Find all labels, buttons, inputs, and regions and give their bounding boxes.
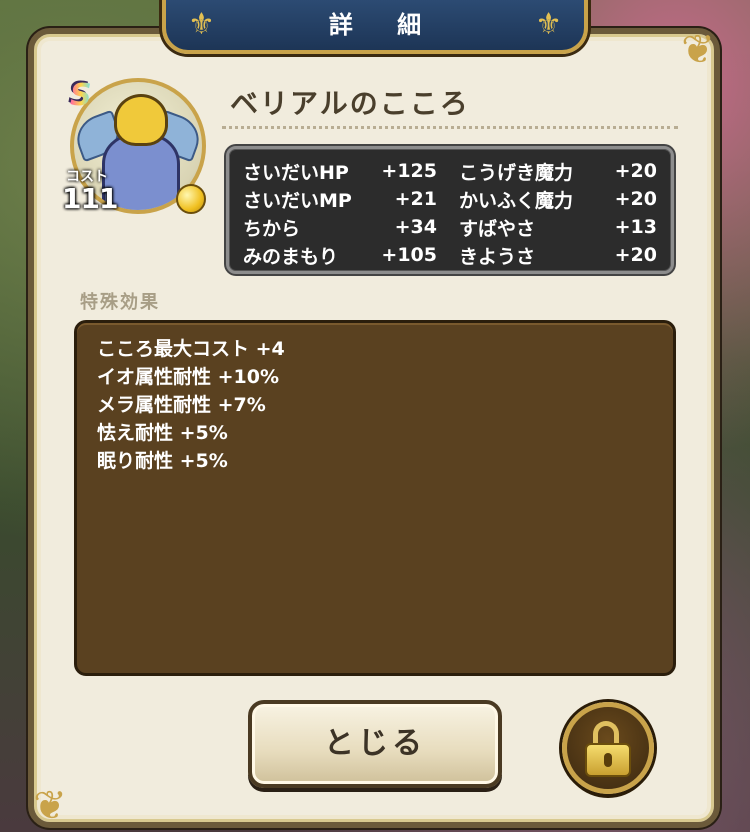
corner-ornament-icon: ❦ (681, 27, 715, 73)
stat-row: みのまもり +105 きようさ +20 (243, 241, 657, 269)
fleur-de-lis-icon: ⚜ (535, 7, 562, 42)
stat-value: +20 (614, 188, 657, 210)
gem-icon (176, 184, 206, 214)
item-name: ベリアルのこころ (230, 87, 470, 120)
stat-name: すばやさ (459, 217, 536, 240)
stat-name: みのまもり (243, 245, 339, 268)
monster-head (114, 94, 168, 146)
stat-value: +34 (394, 216, 438, 238)
stat-name: ちから (243, 217, 301, 240)
stat-name: きようさ (459, 245, 536, 268)
close-button[interactable]: とじる (248, 700, 502, 788)
stat-value: +20 (614, 160, 657, 182)
special-effects-label: 特殊効果 (80, 292, 160, 313)
stat-value: +21 (394, 188, 438, 210)
dialog-title-tab: ⚜ 詳 細 ⚜ (162, 0, 588, 54)
stat-name: さいだいMP (243, 189, 352, 212)
effect-item: 眠り耐性 +5% (97, 450, 228, 472)
stat-value: +20 (614, 244, 657, 266)
cost-value: 111 (62, 182, 118, 215)
stat-row: さいだいHP +125 こうげき魔力 +20 (243, 157, 657, 185)
special-effects-panel[interactable]: こころ最大コスト +4 イオ属性耐性 +10% メラ属性耐性 +7% 怯え耐性 … (74, 320, 676, 676)
effect-item: イオ属性耐性 +10% (97, 366, 280, 388)
fleur-de-lis-icon: ⚜ (188, 7, 215, 42)
divider (222, 126, 678, 129)
lock-body (585, 743, 631, 777)
stat-name: こうげき魔力 (459, 161, 574, 184)
stat-value: +105 (381, 244, 438, 266)
effect-item: こころ最大コスト +4 (97, 338, 285, 360)
corner-ornament-icon: ❦ (33, 783, 67, 829)
stat-name: かいふく魔力 (459, 189, 574, 212)
rank-badge: S (70, 78, 92, 113)
effect-item: 怯え耐性 +5% (97, 422, 228, 444)
effect-item: メラ属性耐性 +7% (97, 394, 266, 416)
stat-name: さいだいHP (243, 161, 349, 184)
stat-row: さいだいMP +21 かいふく魔力 +20 (243, 185, 657, 213)
lock-button[interactable] (562, 702, 654, 794)
keyhole (604, 753, 612, 767)
stats-panel: さいだいHP +125 こうげき魔力 +20 さいだいMP +21 かいふく魔力… (226, 146, 674, 274)
stat-value: +13 (614, 216, 657, 238)
stat-row: ちから +34 すばやさ +13 (243, 213, 657, 241)
stat-value: +125 (381, 160, 438, 182)
dialog-title: 詳 細 (328, 11, 440, 39)
